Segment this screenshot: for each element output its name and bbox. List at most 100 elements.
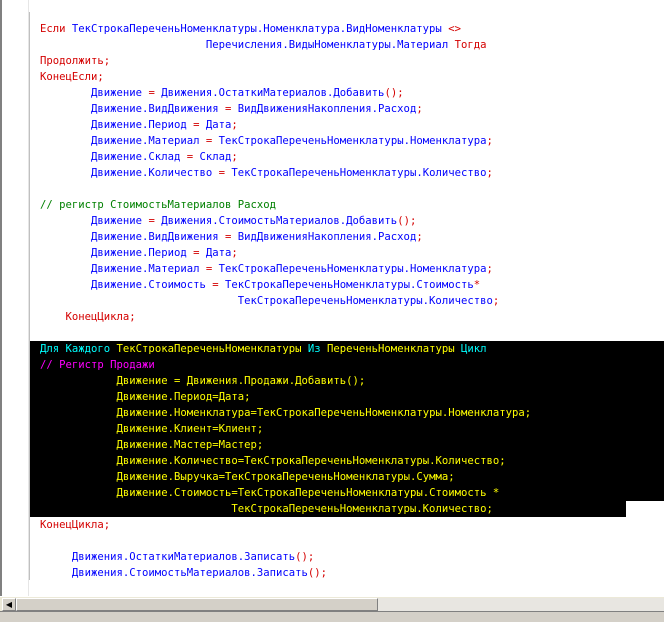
code-token: ();	[397, 215, 417, 227]
code-line: КонецЦикла;	[40, 517, 664, 533]
code-token: ТекСтрокаПереченьНоменклатуры.Номенклату…	[218, 263, 487, 275]
code-token: ;	[524, 407, 532, 419]
code-line: Движение.Период = Дата;	[40, 245, 664, 261]
code-token: ;	[448, 471, 455, 483]
code-token: Движение.Период	[91, 247, 194, 259]
code-token: Движения.ОстаткиМатериалов.Записать	[71, 551, 296, 563]
code-token: ТекСтрокаПереченьНоменклатуры.Стоимость	[237, 487, 493, 499]
code-line: Движение.Выручка=ТекСтрокаПереченьНоменк…	[40, 469, 664, 485]
code-token: =	[193, 119, 206, 131]
code-token: Движение.ВидДвижения	[91, 231, 225, 243]
code-line: Движение = Движения.СтоимостьМатериалов.…	[40, 213, 664, 229]
code-token: Движения.Продажи.Добавить	[186, 375, 347, 387]
code-token: ТекСтрокаПереченьНоменклатуры.Сумма	[225, 471, 449, 483]
code-line: Движение.Склад = Склад;	[40, 149, 664, 165]
code-token: Дата	[218, 391, 245, 403]
code-token: Движения.СтоимостьМатериалов.Добавить	[161, 215, 398, 227]
code-token: Движения.ОстаткиМатериалов.Добавить	[161, 87, 385, 99]
code-token: <>	[448, 23, 461, 35]
code-token: =	[212, 279, 225, 291]
code-line: Движение.ВидДвижения = ВидДвиженияНакопл…	[40, 101, 664, 117]
code-line: // Регистр Продажи	[40, 357, 664, 373]
scroll-track[interactable]	[378, 598, 664, 611]
code-token: ;	[486, 167, 493, 179]
code-token: Движение.ВидДвижения	[91, 103, 225, 115]
code-token: ;	[103, 519, 111, 531]
code-token: Мастер	[218, 439, 257, 451]
code-token: ;	[486, 135, 493, 147]
code-line: Движения.ОстаткиМатериалов.Записать();	[40, 549, 664, 565]
code-token: ();	[384, 87, 404, 99]
code-line: КонецЕсли;	[40, 69, 664, 85]
code-token: КонецЦикла	[40, 519, 104, 531]
horizontal-scrollbar[interactable]: ◀	[0, 596, 664, 612]
code-area[interactable]: Если ТекСтрокаПереченьНоменклатуры.Номен…	[40, 21, 664, 581]
code-token: Склад	[199, 151, 232, 163]
code-line: Если ТекСтрокаПереченьНоменклатуры.Номен…	[40, 21, 664, 37]
code-line: Движение.Количество = ТекСтрокаПереченьН…	[40, 165, 664, 181]
code-token: Движение.Материал	[91, 263, 206, 275]
code-token: Если	[40, 23, 72, 35]
code-token: ;	[231, 151, 238, 163]
code-token: =	[148, 215, 162, 227]
code-token: Движение.Мастер	[116, 439, 213, 451]
code-token: ТекСтрокаПереченьНоменклатуры.Номенклату…	[256, 407, 525, 419]
code-token: ;	[231, 119, 238, 131]
status-bar	[0, 611, 664, 622]
code-line: ТекСтрокаПереченьНоменклатуры.Количество…	[40, 293, 664, 309]
code-line: Движение.Номенклатура=ТекСтрокаПереченьН…	[40, 405, 664, 421]
code-token: ();	[307, 567, 328, 579]
scroll-thumb[interactable]	[16, 598, 378, 611]
code-token: ТекСтрокаПереченьНоменклатуры.Стоимость	[224, 279, 474, 291]
code-token: =	[218, 167, 232, 179]
code-token: ;	[103, 55, 111, 67]
code-token: Цикл	[460, 343, 487, 355]
code-line: Движение.Материал = ТекСтрокаПереченьНом…	[40, 133, 664, 149]
code-token: ТекСтрокаПереченьНоменклатуры.Количество	[237, 295, 493, 307]
code-token: Движение.Склад	[91, 151, 187, 163]
code-token: Движение.Выручка	[116, 471, 219, 483]
code-token: Дата	[205, 119, 232, 131]
code-line: Движение = Движения.Продажи.Добавить();	[40, 373, 664, 389]
editor-gutter[interactable]	[2, 0, 29, 596]
code-token: ;	[492, 295, 500, 307]
code-line: Движение.Стоимость = ТекСтрокаПереченьНо…	[40, 277, 664, 293]
code-token: ТекСтрокаПереченьНоменклатуры.Количество	[244, 455, 500, 467]
code-token: =	[224, 231, 238, 243]
code-token: Движение.Клиент	[116, 423, 213, 435]
code-token: ();	[295, 551, 315, 563]
code-token: Клиент	[218, 423, 257, 435]
code-editor[interactable]: Если ТекСтрокаПереченьНоменклатуры.Номен…	[0, 0, 664, 596]
code-line: Движение.Количество=ТекСтрокаПереченьНом…	[40, 453, 664, 469]
code-token: Движение.Стоимость	[91, 279, 213, 291]
code-token: ;	[416, 231, 423, 243]
scroll-left-icon[interactable]: ◀	[2, 598, 16, 611]
code-line: Продолжить;	[40, 53, 664, 69]
code-token: Тогда	[454, 39, 487, 51]
code-token: КонецЦикла	[65, 311, 130, 323]
code-token: =	[193, 247, 206, 259]
code-token: ТекСтрокаПереченьНоменклатуры.Количество	[231, 167, 487, 179]
code-line: ТекСтрокаПереченьНоменклатуры.Количество…	[40, 501, 664, 517]
code-token: ТекСтрокаПереченьНоменклатуры.Номенклату…	[218, 135, 487, 147]
code-token: ;	[244, 391, 251, 403]
code-token: ;	[256, 423, 264, 435]
code-token: ;	[256, 439, 264, 451]
code-line: Движение.ВидДвижения = ВидДвиженияНакопл…	[40, 229, 664, 245]
code-line: Движение.Период=Дата;	[40, 389, 664, 405]
